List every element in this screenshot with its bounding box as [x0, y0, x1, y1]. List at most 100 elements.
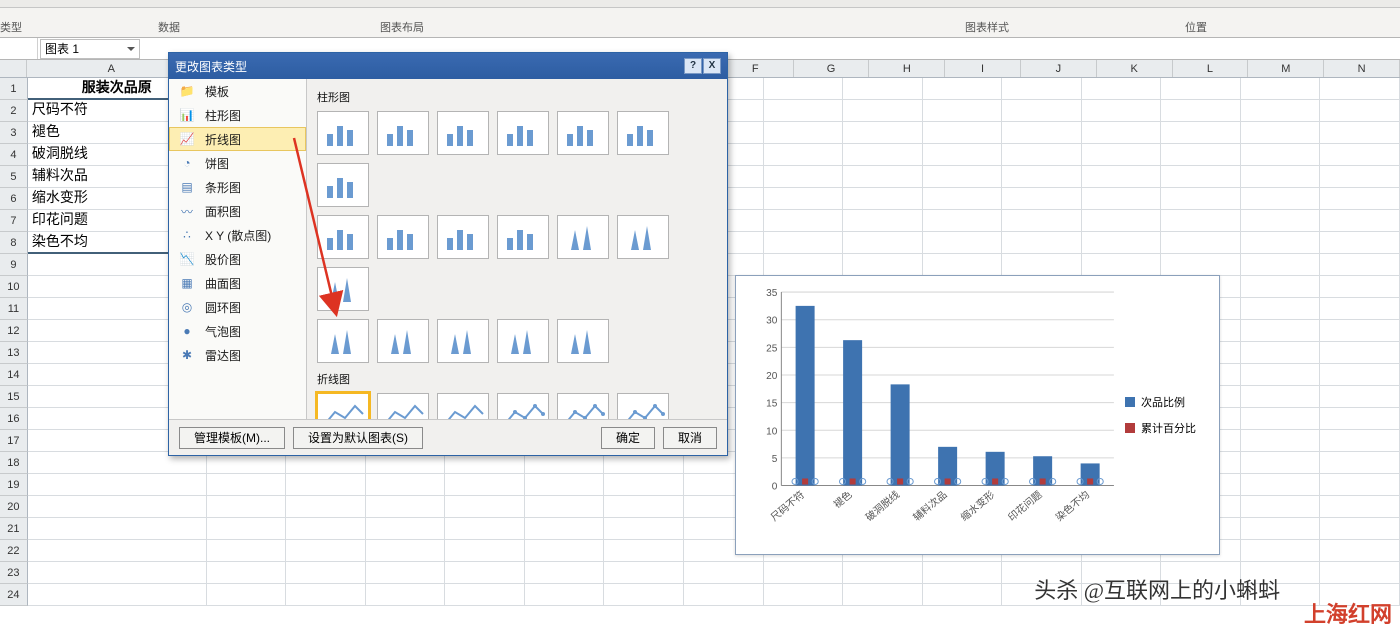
cell[interactable] [28, 496, 207, 518]
cell[interactable] [366, 518, 446, 540]
cell[interactable] [843, 100, 923, 122]
cell[interactable] [764, 78, 844, 100]
cell[interactable] [1320, 474, 1400, 496]
cell[interactable] [923, 144, 1003, 166]
cell[interactable] [684, 584, 764, 606]
chart-thumb[interactable] [557, 111, 609, 155]
cell[interactable] [445, 474, 525, 496]
cell[interactable] [1241, 232, 1321, 254]
cell[interactable] [1320, 408, 1400, 430]
cell[interactable] [1161, 210, 1241, 232]
cell[interactable] [1241, 540, 1321, 562]
chart-thumb[interactable] [617, 215, 669, 259]
cell[interactable] [1241, 144, 1321, 166]
col-header[interactable]: L [1173, 60, 1249, 77]
row-header[interactable]: 1 [0, 78, 28, 100]
cell[interactable] [1161, 144, 1241, 166]
row-header[interactable]: 3 [0, 122, 28, 144]
cell[interactable] [286, 584, 366, 606]
cell[interactable] [1002, 78, 1082, 100]
row-header[interactable]: 6 [0, 188, 28, 210]
cell[interactable] [604, 474, 684, 496]
cell[interactable] [1320, 452, 1400, 474]
cell[interactable] [525, 518, 605, 540]
category-item[interactable]: ✱雷达图 [169, 343, 306, 367]
cell[interactable] [28, 474, 207, 496]
cell[interactable] [1320, 122, 1400, 144]
cell[interactable] [1320, 254, 1400, 276]
cell[interactable] [1241, 496, 1321, 518]
cell[interactable] [1241, 364, 1321, 386]
cell[interactable] [1161, 78, 1241, 100]
category-item[interactable]: ∴X Y (散点图) [169, 223, 306, 247]
name-box[interactable]: 图表 1 [40, 39, 140, 59]
dialog-titlebar[interactable]: 更改图表类型 ? X [169, 53, 727, 79]
cell[interactable] [525, 540, 605, 562]
cell[interactable] [525, 496, 605, 518]
category-item[interactable]: ●气泡图 [169, 319, 306, 343]
cell[interactable] [1002, 144, 1082, 166]
col-header[interactable]: K [1097, 60, 1173, 77]
cell[interactable] [286, 496, 366, 518]
cell[interactable] [843, 210, 923, 232]
col-header[interactable]: J [1021, 60, 1097, 77]
cell[interactable] [1002, 254, 1082, 276]
category-item[interactable]: 📈折线图 [169, 127, 306, 151]
row-header[interactable]: 24 [0, 584, 28, 606]
cell[interactable] [207, 540, 287, 562]
cell[interactable] [1241, 254, 1321, 276]
cell[interactable] [1002, 122, 1082, 144]
chart-thumb[interactable] [437, 393, 489, 419]
cell[interactable] [1241, 122, 1321, 144]
category-item[interactable]: 〰面积图 [169, 199, 306, 223]
cell[interactable] [1241, 320, 1321, 342]
manage-templates-button[interactable]: 管理模板(M)... [179, 427, 285, 449]
close-button[interactable]: X [703, 58, 721, 74]
row-header[interactable]: 4 [0, 144, 28, 166]
cell[interactable] [843, 232, 923, 254]
chart-thumb[interactable] [317, 319, 369, 363]
cell[interactable] [28, 584, 207, 606]
cell[interactable] [1320, 188, 1400, 210]
row-header[interactable]: 21 [0, 518, 28, 540]
row-header[interactable]: 9 [0, 254, 28, 276]
cell[interactable] [764, 254, 844, 276]
cell[interactable] [764, 210, 844, 232]
cell[interactable] [1082, 144, 1162, 166]
cell[interactable] [286, 474, 366, 496]
cell[interactable] [1320, 320, 1400, 342]
cell[interactable] [843, 122, 923, 144]
category-item[interactable]: 📊柱形图 [169, 103, 306, 127]
cell[interactable] [1320, 364, 1400, 386]
cell[interactable] [1002, 100, 1082, 122]
col-header[interactable]: M [1248, 60, 1324, 77]
cell[interactable] [28, 518, 207, 540]
cell[interactable] [1241, 188, 1321, 210]
cell[interactable] [923, 122, 1003, 144]
row-header[interactable]: 5 [0, 166, 28, 188]
row-header[interactable]: 19 [0, 474, 28, 496]
cell[interactable] [843, 562, 923, 584]
cell[interactable] [1320, 276, 1400, 298]
cell[interactable] [207, 562, 287, 584]
cell[interactable] [1241, 518, 1321, 540]
cell[interactable] [1241, 430, 1321, 452]
cell[interactable] [1320, 100, 1400, 122]
category-item[interactable]: 📉股价图 [169, 247, 306, 271]
row-header[interactable]: 2 [0, 100, 28, 122]
chart-thumb[interactable] [437, 319, 489, 363]
chart-thumb[interactable] [497, 393, 549, 419]
chart-thumb[interactable] [377, 111, 429, 155]
cell[interactable] [28, 540, 207, 562]
chart-thumb[interactable] [497, 319, 549, 363]
cell[interactable] [923, 562, 1003, 584]
col-header[interactable]: F [718, 60, 794, 77]
cell[interactable] [286, 540, 366, 562]
cell[interactable] [1320, 386, 1400, 408]
cell[interactable] [1320, 78, 1400, 100]
cell[interactable] [843, 144, 923, 166]
embedded-chart[interactable]: 05101520253035尺码不符褪色破洞脱线辅料次品缩水变形印花问题染色不均… [735, 275, 1220, 555]
row-header[interactable]: 15 [0, 386, 28, 408]
cell[interactable] [366, 584, 446, 606]
cell[interactable] [1161, 188, 1241, 210]
